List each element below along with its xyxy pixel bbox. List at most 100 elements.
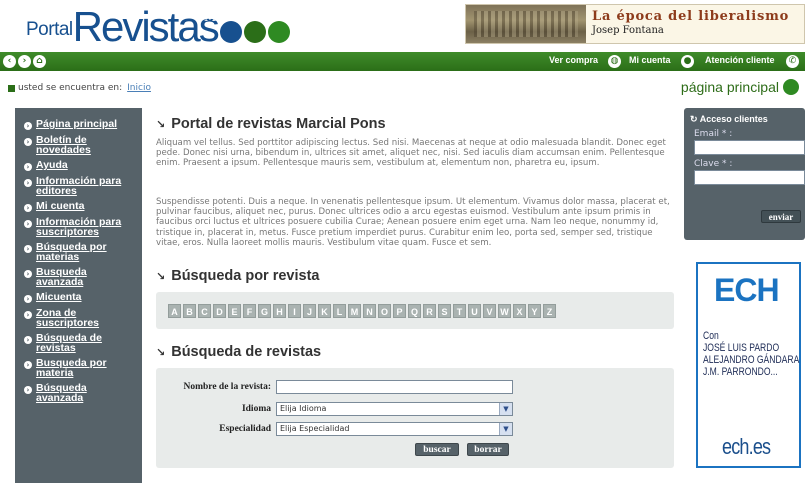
arrow-icon: › — [24, 336, 32, 344]
borrar-button[interactable]: borrar — [467, 443, 509, 456]
sidebar-item-label[interactable]: Mi cuenta — [36, 201, 84, 212]
nombre-revista-input[interactable] — [276, 380, 513, 394]
letter-s[interactable]: S — [438, 303, 451, 318]
idioma-select[interactable]: Elija Idioma ▼ — [276, 402, 513, 416]
letter-o[interactable]: O — [378, 303, 391, 318]
buscar-button[interactable]: buscar — [415, 443, 459, 456]
back-icon[interactable]: ‹ — [3, 55, 16, 68]
logo-overlay-text: Marcial Po — [204, 10, 270, 24]
clave-input[interactable] — [694, 170, 805, 185]
arrow-icon: › — [24, 295, 32, 303]
letter-m[interactable]: M — [348, 303, 361, 318]
sidebar-item-label[interactable]: Búsqueda de revistas — [36, 333, 116, 353]
sidebar-item-micuenta[interactable]: › Micuenta — [15, 292, 142, 303]
letter-q[interactable]: Q — [408, 303, 421, 318]
letter-v[interactable]: V — [483, 303, 496, 318]
ad-url: ech.es — [722, 434, 771, 459]
user-icon[interactable]: ● — [681, 55, 694, 68]
nombre-label: Nombre de la revista: — [183, 382, 271, 392]
banner-author: Josep Fontana — [592, 25, 664, 36]
letter-j[interactable]: J — [303, 303, 316, 318]
logo-revistas-text: Revistas — [72, 3, 220, 50]
letter-y[interactable]: Y — [528, 303, 541, 318]
sidebar-item-label[interactable]: Búsqueda por materias — [36, 242, 116, 262]
ad-line: Con — [703, 330, 719, 342]
book-banner[interactable]: La época del liberalismo Josep Fontana — [465, 4, 805, 44]
page-label-text: página principal — [680, 79, 779, 95]
forward-icon[interactable]: › — [18, 55, 31, 68]
nav-mi-cuenta[interactable]: Mi cuenta — [629, 55, 671, 65]
sidebar-item-label[interactable]: Busqueda por materia — [36, 358, 114, 378]
letter-a[interactable]: A — [168, 303, 181, 318]
sidebar-item-label[interactable]: Página principal — [36, 119, 117, 130]
letter-x[interactable]: X — [513, 303, 526, 318]
ad-text: Con JOSÉ LUIS PARDO ALEJANDRO GÁNDARA J.… — [703, 330, 801, 378]
nav-ver-compra[interactable]: Ver compra — [549, 55, 598, 65]
support-icon[interactable]: ✆ — [786, 55, 799, 68]
field-row-especialidad: Especialidad Elija Especialidad ▼ — [156, 422, 674, 436]
sidebar-item-label[interactable]: Zona de suscriptores — [36, 308, 116, 328]
nav-atencion-cliente[interactable]: Atención cliente — [705, 55, 775, 65]
arrow-icon: › — [24, 386, 32, 394]
sidebar-item-busqueda-avanzada-2[interactable]: › Búsqueda avanzada — [15, 383, 142, 403]
sidebar-item-label[interactable]: Busqueda avanzada — [36, 267, 96, 287]
letter-i[interactable]: I — [288, 303, 301, 318]
sidebar-item-zona-suscriptores[interactable]: › Zona de suscriptores — [15, 308, 142, 328]
letter-f[interactable]: F — [243, 303, 256, 318]
chevron-down-icon[interactable]: ▼ — [499, 403, 512, 415]
sidebar-item-busqueda-materias[interactable]: › Búsqueda por materias — [15, 242, 142, 262]
search-form: Nombre de la revista: Idioma Elija Idiom… — [156, 368, 674, 468]
sidebar-item-label[interactable]: Boletín de novedades — [36, 135, 98, 155]
banner-title: La época del liberalismo — [592, 9, 790, 24]
letter-c[interactable]: C — [198, 303, 211, 318]
enviar-button[interactable]: enviar — [761, 210, 801, 223]
sidebar-item-ayuda[interactable]: › Ayuda — [15, 160, 142, 171]
letter-l[interactable]: L — [333, 303, 346, 318]
especialidad-select[interactable]: Elija Especialidad ▼ — [276, 422, 513, 436]
sidebar-item-label[interactable]: Micuenta — [36, 292, 82, 303]
logo-dot-blue — [219, 21, 242, 43]
chevron-down-icon[interactable]: ▼ — [499, 423, 512, 435]
letter-n[interactable]: N — [363, 303, 376, 318]
sidebar-item-boletin[interactable]: › Boletín de novedades — [15, 135, 142, 155]
letter-h[interactable]: H — [273, 303, 286, 318]
letter-d[interactable]: D — [213, 303, 226, 318]
sidebar: › Página principal › Boletín de novedades … — [15, 108, 142, 483]
ad-logo: ECH — [714, 272, 780, 308]
letter-g[interactable]: G — [258, 303, 271, 318]
sidebar-item-info-suscriptores[interactable]: › Información para suscriptores — [15, 217, 142, 237]
cart-icon[interactable]: ◍ — [608, 55, 621, 68]
access-title-row: ↻ Acceso clientes — [684, 108, 805, 125]
letter-z[interactable]: Z — [543, 303, 556, 318]
ech-advertisement[interactable]: ECH Con JOSÉ LUIS PARDO ALEJANDRO GÁNDAR… — [696, 262, 801, 468]
letter-p[interactable]: P — [393, 303, 406, 318]
arrow-icon: › — [24, 138, 32, 146]
idioma-selected-value: Elija Idioma — [280, 404, 327, 413]
site-logo[interactable]: Portal Revistas Marcial Po — [26, 4, 290, 48]
breadcrumb-inicio-link[interactable]: Inicio — [127, 83, 151, 93]
sidebar-item-busqueda-materia[interactable]: › Busqueda por materia — [15, 358, 142, 378]
home-icon[interactable]: ⌂ — [33, 55, 46, 68]
sidebar-item-mi-cuenta[interactable]: › Mi cuenta — [15, 201, 142, 212]
sidebar-item-label[interactable]: Información para editores — [36, 176, 132, 196]
letter-w[interactable]: W — [498, 303, 511, 318]
arrow-icon: › — [24, 220, 32, 228]
sidebar-item-busqueda-revistas[interactable]: › Búsqueda de revistas — [15, 333, 142, 353]
top-nav-bar: ‹ › ⌂ Ver compra ◍ Mi cuenta ● Atención … — [0, 52, 805, 71]
sidebar-item-busqueda-avanzada-1[interactable]: › Busqueda avanzada — [15, 267, 142, 287]
email-input[interactable] — [694, 140, 805, 155]
sidebar-item-label[interactable]: Información para suscriptores — [36, 217, 132, 237]
sidebar-item-label[interactable]: Ayuda — [36, 160, 68, 171]
letter-r[interactable]: R — [423, 303, 436, 318]
letter-t[interactable]: T — [453, 303, 466, 318]
letter-k[interactable]: K — [318, 303, 331, 318]
logo-dot-dark-green — [243, 21, 266, 43]
letter-b[interactable]: B — [183, 303, 196, 318]
letter-u[interactable]: U — [468, 303, 481, 318]
sidebar-item-pagina-principal[interactable]: › Página principal — [15, 119, 142, 130]
search-title: Búsqueda de revistas — [171, 344, 322, 360]
letter-e[interactable]: E — [228, 303, 241, 318]
login-arrow-icon: ↻ — [690, 114, 698, 124]
sidebar-item-info-editores[interactable]: › Información para editores — [15, 176, 142, 196]
sidebar-item-label[interactable]: Búsqueda avanzada — [36, 383, 96, 403]
